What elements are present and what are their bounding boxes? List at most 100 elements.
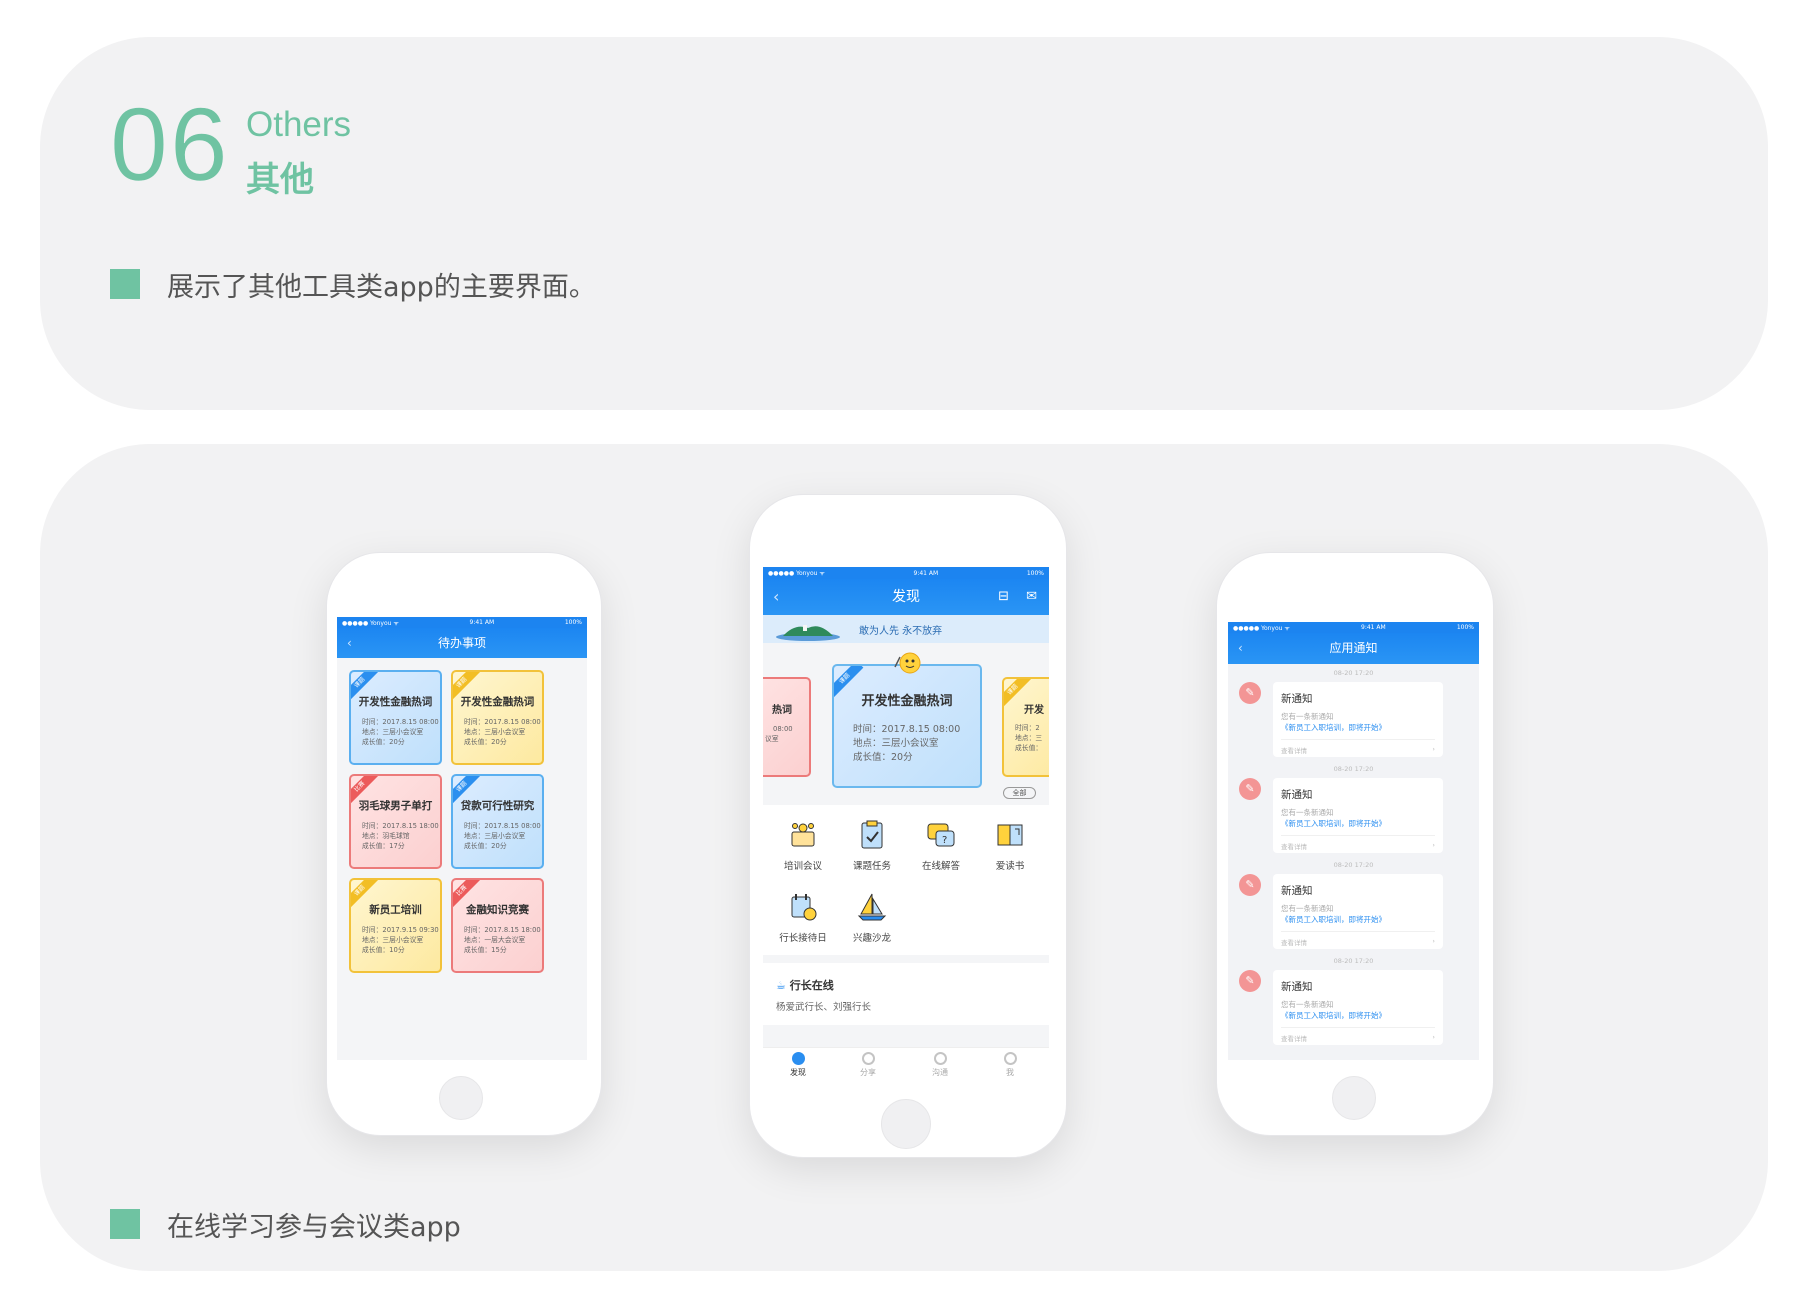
status-bar: ●●●●● Yonyou ᯤ 9:41 AM 100% (763, 567, 1049, 579)
notification-title: 新通知 (1281, 693, 1313, 705)
notification-time: 08-20 17:20 (1333, 765, 1374, 773)
notification-time: 08-20 17:20 (1333, 957, 1374, 965)
feature-task[interactable]: 课题任务 (837, 818, 907, 872)
todo-screen: ●●●●● Yonyou ᯤ 9:41 AM 100% ‹ 待办事项 课题 开发性… (337, 617, 587, 1060)
notification-text: 您有一条新通知《新员工入职培训，即将开始》 (1281, 1000, 1386, 1020)
notification-avatar-icon: ✎ (1239, 778, 1261, 800)
todo-card[interactable]: 课题 贷款可行性研究 时间：2017.8.15 08:00 地点：三层小会议室 成长值：… (451, 774, 544, 869)
notification-link[interactable]: 《新员工入职培训，即将开始》 (1281, 1011, 1386, 1020)
user-icon (1003, 1052, 1017, 1065)
todo-card[interactable]: 比赛 金融知识竞赛 时间：2017.8.15 18:00 地点：一层大会议室 成长值：1… (451, 878, 544, 973)
discover-icon (791, 1052, 805, 1065)
meeting-icon (791, 823, 815, 847)
notification-bubble[interactable]: 新通知 您有一条新通知《新员工入职培训，即将开始》 查看详情 › (1273, 778, 1443, 853)
feature-book[interactable]: 爱读书 (975, 818, 1045, 872)
todo-card[interactable]: 课题 开发性金融热词 时间：2017.8.15 08:00 地点：三层小会议室 成长值：… (451, 670, 544, 765)
president-online[interactable]: ☕ 行长在线 杨爱武行长、刘强行长 (763, 963, 1049, 1025)
carrier: ●●●●● Yonyou ᯤ (342, 619, 399, 627)
notification-detail[interactable]: 查看详情 › (1281, 931, 1435, 947)
card-place: 地点：一层大会议室 (464, 936, 526, 944)
card-time: 时间：2017.9.15 09:30 (362, 926, 439, 934)
sailboat-icon (857, 893, 887, 921)
back-icon[interactable]: ‹ (347, 628, 352, 658)
notification-bubble[interactable]: 新通知 您有一条新通知《新员工入职培训，即将开始》 查看详情 › (1273, 970, 1443, 1045)
back-icon[interactable]: ‹ (773, 579, 779, 615)
discover-screen: ●●●●● Yonyou ᯤ 9:41 AM 100% ‹ 发现 ⊟ ✉ 敢为人… (763, 567, 1049, 1084)
task-icon (861, 820, 883, 849)
share-icon (861, 1052, 875, 1065)
card-growth: 成长值：17分 (362, 842, 405, 850)
message-icon[interactable]: ✉ (1026, 579, 1037, 615)
chevron-right-icon: › (1432, 745, 1435, 753)
section-title-en: Others (246, 105, 352, 144)
feature-qa[interactable]: ? 在线解答 (906, 818, 976, 872)
tab-share[interactable]: 分享 (833, 1052, 903, 1078)
online-title: ☕ 行长在线 (776, 979, 834, 992)
card-line: 地点：三 (1015, 734, 1043, 742)
back-icon[interactable]: ‹ (1238, 633, 1243, 664)
card-growth: 成长值：20分 (853, 752, 913, 763)
nav-bar: ‹ 发现 ⊟ ✉ (763, 579, 1049, 615)
feature-label: 爱读书 (995, 861, 1025, 872)
todo-card[interactable]: 课题 新员工培训 时间：2017.9.15 09:30 地点：三层小会议室 成长值：10… (349, 878, 442, 973)
online-names: 杨爱武行长、刘强行长 (776, 1002, 872, 1013)
card-place: 地点：三层小会议室 (362, 936, 424, 944)
notification-avatar-icon: ✎ (1239, 874, 1261, 896)
feature-meeting[interactable]: 培训会议 (768, 818, 838, 872)
phone-right: ●●●●● Yonyou ᯤ 9:41 AM 100% ‹ 应用通知 08-20… (1216, 552, 1494, 1136)
svg-text:?: ? (942, 835, 947, 846)
banner[interactable]: 敢为人先 永不放弃 (763, 615, 1049, 643)
notification-link[interactable]: 《新员工入职培训，即将开始》 (1281, 723, 1386, 732)
showcase-caption: 在线学习参与会议类app (167, 1212, 461, 1243)
notification-bubble[interactable]: 新通知您有一条新通知《新员工入职培训，即将开始》查看详情 › (1273, 874, 1443, 949)
battery: 100% (1456, 624, 1474, 631)
section-title-cn: 其他 (246, 160, 314, 200)
feature-reception[interactable]: 行长接待日 (768, 890, 838, 944)
card-title: 开发性金融热词 (861, 694, 953, 709)
notification-link[interactable]: 《新员工入职培训，即将开始》 (1281, 819, 1386, 828)
all-button[interactable]: 全部 (1003, 787, 1036, 799)
notification-detail[interactable]: 查看详情 › (1281, 739, 1435, 755)
carousel-card-main[interactable]: 课题 开发性金融热词 时间：2017.8.15 08:00 地点：三层小会议室 … (832, 664, 982, 788)
notification-text: 您有一条新通知《新员工入职培训，即将开始》 (1281, 904, 1386, 924)
card-title: 开发 (1024, 705, 1044, 716)
card-growth: 成长值：20分 (464, 738, 507, 746)
notification-title: 新通知 (1281, 885, 1313, 897)
island-icon (776, 625, 840, 641)
feature-label: 课题任务 (852, 861, 891, 872)
banner-slogan: 敢为人先 永不放弃 (859, 626, 943, 637)
todo-card[interactable]: 课题 开发性金融热词 时间：2017.8.15 08:00 地点：三层小会议室 成长值：… (349, 670, 442, 765)
card-line: 成长值： (1015, 744, 1043, 752)
chevron-right-icon: › (1432, 841, 1435, 849)
tab-chat[interactable]: 沟通 (905, 1052, 975, 1078)
card-place: 地点：羽毛球馆 (362, 832, 410, 840)
notification-link[interactable]: 《新员工入职培训，即将开始》 (1281, 915, 1386, 924)
home-button[interactable] (1332, 1076, 1376, 1120)
tab-discover[interactable]: 发现 (763, 1052, 833, 1078)
home-button[interactable] (881, 1099, 931, 1149)
chevron-right-icon: › (1432, 937, 1435, 945)
todo-card[interactable]: 比赛 羽毛球男子单打 时间：2017.8.15 18:00 地点：羽毛球馆 成长值：17… (349, 774, 442, 869)
page-title: 应用通知 (1329, 641, 1378, 655)
notification-detail[interactable]: 查看详情 › (1281, 835, 1435, 851)
card-title: 热词 (772, 705, 792, 716)
card-place: 地点：三层小会议室 (464, 728, 526, 736)
feature-salon[interactable]: 兴趣沙龙 (837, 890, 907, 944)
notification-time: 08-20 17:20 (1333, 861, 1374, 869)
home-button[interactable] (439, 1076, 483, 1120)
bullet-square (110, 269, 140, 299)
card-title: 羽毛球男子单打 (358, 800, 433, 812)
notification-screen: ●●●●● Yonyou ᯤ 9:41 AM 100% ‹ 应用通知 08-20… (1228, 622, 1479, 1060)
tab-me[interactable]: 我 (975, 1052, 1045, 1078)
carousel-card-next[interactable]: 课题 开发 时间：2 地点：三 成长值： (1002, 677, 1049, 777)
battery: 100% (564, 619, 582, 626)
scan-icon[interactable]: ⊟ (998, 579, 1009, 615)
battery: 100% (1026, 569, 1044, 577)
carousel-card-prev[interactable]: 热词 08:00 议室 (763, 677, 811, 777)
notification-text: 您有一条新通知《新员工入职培训，即将开始》 (1281, 808, 1386, 828)
notification-bubble[interactable]: 新通知 您有一条新通知《新员工入职培训，即将开始》 查看详情 › (1273, 682, 1443, 757)
book-icon (997, 824, 1023, 846)
notification-detail[interactable]: 查看详情 › (1281, 1027, 1435, 1043)
card-time: 时间：2017.8.15 08:00 (464, 718, 541, 726)
coffee-icon: ☕ (776, 979, 786, 992)
